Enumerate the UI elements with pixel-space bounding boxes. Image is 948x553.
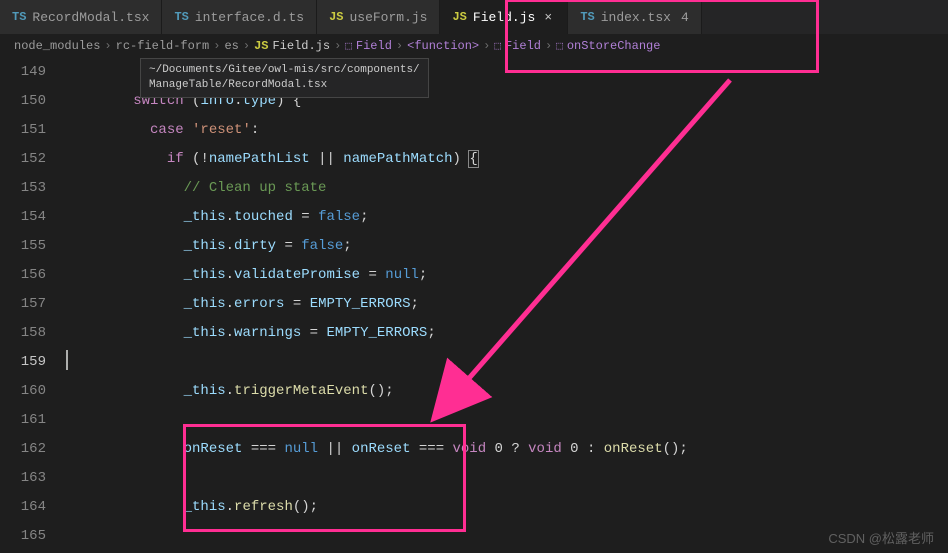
tab-label: Field.js: [473, 10, 535, 25]
javascript-icon: JS: [254, 39, 268, 53]
typescript-icon: TS: [580, 10, 594, 24]
line-number: 151: [0, 116, 46, 145]
breadcrumb-segment[interactable]: node_modules: [14, 39, 100, 53]
tab-label: interface.d.ts: [195, 10, 304, 25]
line-number-gutter: 1491501511521531541551561571581591601611…: [0, 58, 66, 553]
line-number: 155: [0, 232, 46, 261]
path-tooltip: ~/Documents/Gitee/owl-mis/src/components…: [140, 58, 429, 98]
line-number: 150: [0, 87, 46, 116]
field-icon: ⬚: [494, 39, 501, 53]
code-line: [66, 522, 948, 551]
editor-area[interactable]: 1491501511521531541551561571581591601611…: [0, 58, 948, 553]
tab-recordmodal[interactable]: TS RecordModal.tsx: [0, 0, 162, 34]
breadcrumb-symbol[interactable]: ⬚Field: [494, 39, 541, 53]
brace-match: {: [468, 150, 478, 168]
code-line: [66, 348, 948, 377]
breadcrumb-symbol[interactable]: ⬚Field: [345, 39, 392, 53]
code-line: _this.touched = false;: [66, 203, 948, 232]
typescript-icon: TS: [174, 10, 188, 24]
watermark: CSDN @松露老师: [828, 528, 934, 547]
code-line: _this.dirty = false;: [66, 232, 948, 261]
line-number: 152: [0, 145, 46, 174]
code-line: if (!namePathList || namePathMatch) {: [66, 145, 948, 174]
line-number: 162: [0, 435, 46, 464]
line-number: 158: [0, 319, 46, 348]
line-number: 157: [0, 290, 46, 319]
chevron-right-icon: ›: [396, 39, 403, 53]
text-cursor: [66, 350, 68, 370]
line-number: 161: [0, 406, 46, 435]
tab-interface[interactable]: TS interface.d.ts: [162, 0, 317, 34]
problem-count-badge: 4: [681, 10, 689, 25]
code-line: _this.refresh();: [66, 493, 948, 522]
code-line: [66, 464, 948, 493]
chevron-right-icon: ›: [545, 39, 552, 53]
line-number: 153: [0, 174, 46, 203]
tab-bar: TS RecordModal.tsx TS interface.d.ts JS …: [0, 0, 948, 34]
breadcrumb-segment[interactable]: rc-field-form: [116, 39, 210, 53]
tab-label: useForm.js: [349, 10, 427, 25]
tooltip-line: ManageTable/RecordModal.tsx: [149, 78, 420, 93]
javascript-icon: JS: [329, 10, 343, 24]
method-icon: ⬚: [556, 39, 563, 53]
chevron-right-icon: ›: [243, 39, 250, 53]
tab-field[interactable]: JS Field.js ×: [440, 0, 568, 34]
code-line: // Clean up state: [66, 174, 948, 203]
line-number: 164: [0, 493, 46, 522]
code-line: _this.triggerMetaEvent();: [66, 377, 948, 406]
code-line: _this.warnings = EMPTY_ERRORS;: [66, 319, 948, 348]
breadcrumb[interactable]: node_modules › rc-field-form › es › JS F…: [0, 34, 948, 58]
typescript-icon: TS: [12, 10, 26, 24]
breadcrumb-segment[interactable]: es: [224, 39, 238, 53]
line-number: 156: [0, 261, 46, 290]
line-number: 159: [0, 348, 46, 377]
line-number: 163: [0, 464, 46, 493]
breadcrumb-file[interactable]: Field.js: [272, 39, 330, 53]
code-content[interactable]: switch (info.type) { case 'reset': if (!…: [66, 58, 948, 553]
line-number: 165: [0, 522, 46, 551]
class-icon: ⬚: [345, 39, 352, 53]
tooltip-line: ~/Documents/Gitee/owl-mis/src/components…: [149, 63, 420, 78]
code-line: _this.errors = EMPTY_ERRORS;: [66, 290, 948, 319]
chevron-right-icon: ›: [213, 39, 220, 53]
tab-label: RecordModal.tsx: [32, 10, 149, 25]
line-number: 154: [0, 203, 46, 232]
chevron-right-icon: ›: [483, 39, 490, 53]
tab-index[interactable]: TS index.tsx 4: [568, 0, 701, 34]
chevron-right-icon: ›: [104, 39, 111, 53]
line-number: 160: [0, 377, 46, 406]
code-line: _this.validatePromise = null;: [66, 261, 948, 290]
breadcrumb-symbol[interactable]: <function>: [407, 39, 479, 53]
code-line: [66, 406, 948, 435]
code-line: onReset === null || onReset === void 0 ?…: [66, 435, 948, 464]
line-number: 149: [0, 58, 46, 87]
close-icon[interactable]: ×: [541, 10, 555, 25]
chevron-right-icon: ›: [334, 39, 341, 53]
tab-label: index.tsx: [601, 10, 671, 25]
javascript-icon: JS: [452, 10, 466, 24]
tab-useform[interactable]: JS useForm.js: [317, 0, 440, 34]
code-line: case 'reset':: [66, 116, 948, 145]
breadcrumb-symbol[interactable]: ⬚onStoreChange: [556, 39, 660, 53]
